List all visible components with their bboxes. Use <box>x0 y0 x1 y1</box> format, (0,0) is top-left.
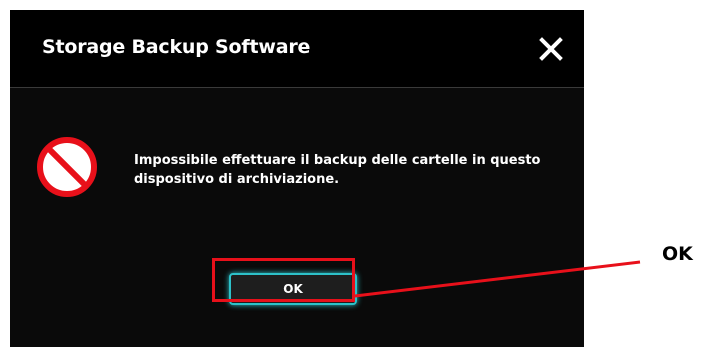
dialog-titlebar: Storage Backup Software <box>10 10 584 87</box>
screenshot-stage: Storage Backup Software Impossibile effe… <box>0 0 707 347</box>
prohibited-icon <box>37 137 97 197</box>
dialog-title: Storage Backup Software <box>42 36 311 58</box>
titlebar-divider <box>10 87 584 88</box>
error-message: Impossibile effettuare il backup delle c… <box>134 153 541 187</box>
close-icon <box>539 37 563 61</box>
close-button[interactable] <box>536 34 566 64</box>
callout-label: OK <box>662 243 693 265</box>
ok-button-highlight <box>212 258 355 302</box>
